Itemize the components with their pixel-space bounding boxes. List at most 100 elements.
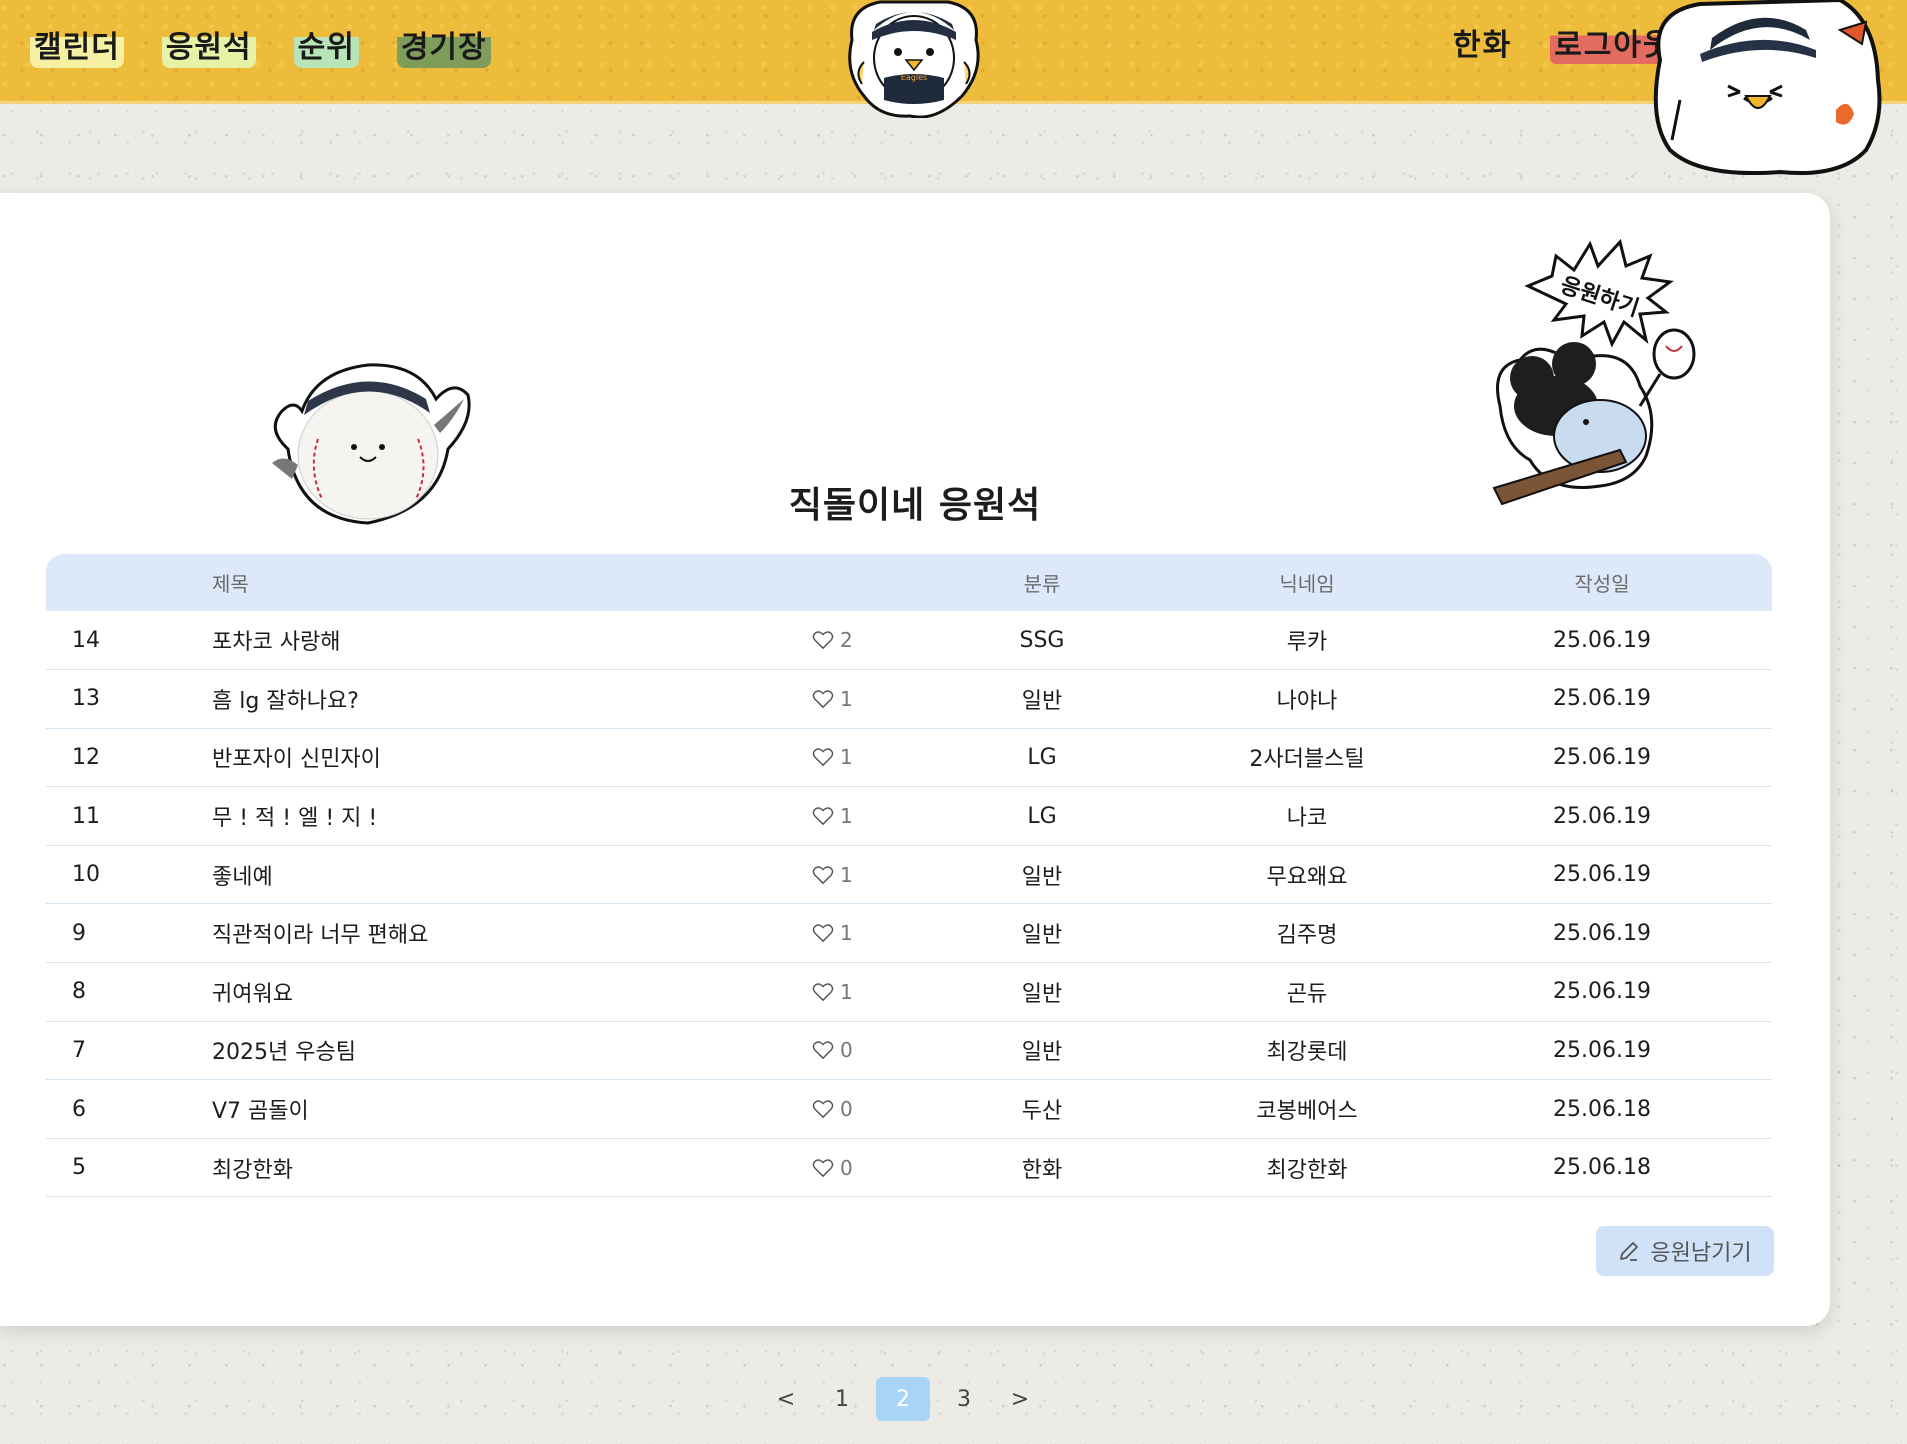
svg-text:Eagles: Eagles: [901, 73, 927, 82]
row-like-button[interactable]: 1: [812, 845, 902, 904]
nav-cheer-board[interactable]: 응원석: [161, 20, 256, 68]
eagle-mascot-sticker: [1653, 0, 1882, 176]
heart-icon: [812, 1041, 834, 1060]
row-title[interactable]: 2025년 우승팀: [212, 1021, 812, 1080]
row-category: 일반: [1021, 923, 1063, 949]
row-title[interactable]: V7 곰돌이: [212, 1080, 812, 1139]
row-date: 25.06.19: [1553, 686, 1651, 712]
table-row[interactable]: 13 흠 lg 잘하나요? 1 일반 나야나 25.06.19: [46, 670, 1772, 729]
mascot-logo[interactable]: Eagles: [844, 0, 984, 118]
heart-icon: [812, 1158, 834, 1177]
row-title[interactable]: 무 ! 적 ! 엘 ! 지 !: [212, 787, 812, 846]
row-title[interactable]: 좋네예: [212, 845, 812, 904]
row-number: 13: [72, 686, 100, 712]
row-like-button[interactable]: 2: [812, 611, 902, 670]
row-like-button[interactable]: 1: [812, 787, 902, 846]
row-nickname: 2사더블스틸: [1249, 747, 1365, 773]
row-like-count: 1: [840, 862, 853, 887]
row-title[interactable]: 흠 lg 잘하나요?: [212, 670, 812, 729]
row-number: 5: [72, 1155, 86, 1181]
row-number: 10: [72, 862, 100, 888]
board-title: 직돌이네 응원석: [788, 485, 1042, 526]
row-nickname: 루카: [1286, 630, 1328, 656]
row-category: SSG: [1019, 627, 1065, 653]
row-title[interactable]: 반포자이 신민자이: [212, 728, 812, 787]
heart-icon: [812, 631, 834, 650]
col-header-title: 제목: [212, 554, 812, 611]
post-table: 제목 분류 닉네임 작성일 14 포차코 사랑해 2 SSG 루카 25.06.19 13 흠…: [46, 554, 1772, 1197]
row-like-count: 1: [840, 686, 853, 711]
row-nickname: 코봉베어스: [1256, 1099, 1358, 1125]
next-page-button[interactable]: >: [998, 1377, 1042, 1421]
row-nickname: 곤듀: [1286, 981, 1328, 1007]
row-date: 25.06.19: [1553, 803, 1651, 829]
row-category: 일반: [1021, 1040, 1063, 1066]
row-like-button[interactable]: 1: [812, 904, 902, 963]
page-3[interactable]: 3: [942, 1377, 986, 1421]
row-title[interactable]: 포차코 사랑해: [212, 611, 812, 670]
table-header-row: 제목 분류 닉네임 작성일: [46, 554, 1772, 611]
table-row[interactable]: 11 무 ! 적 ! 엘 ! 지 ! 1 LG 나코 25.06.19: [46, 787, 1772, 846]
table-row[interactable]: 12 반포자이 신민자이 1 LG 2사더블스틸 25.06.19: [46, 728, 1772, 787]
nav-stadium[interactable]: 경기장: [396, 20, 491, 68]
heart-icon: [812, 748, 834, 767]
table-row[interactable]: 5 최강한화 0 한화 최강한화 25.06.18: [46, 1138, 1772, 1197]
nav-calendar[interactable]: 캘린더: [30, 20, 124, 68]
row-category: 한화: [1021, 1157, 1063, 1183]
pencil-icon: [1620, 1242, 1639, 1261]
nav-rank[interactable]: 순위: [293, 20, 359, 68]
row-like-count: 2: [840, 628, 853, 653]
row-date: 25.06.19: [1553, 979, 1651, 1005]
row-like-count: 1: [840, 979, 853, 1004]
row-category: 두산: [1021, 1099, 1063, 1125]
pagination: < 1 2 3 >: [764, 1377, 1042, 1421]
write-cheer-button[interactable]: 응원남기기: [1596, 1226, 1774, 1276]
row-title[interactable]: 직관적이라 너무 편해요: [212, 904, 812, 963]
row-like-button[interactable]: 0: [812, 1021, 902, 1080]
row-date: 25.06.19: [1553, 862, 1651, 888]
row-nickname: 나야나: [1276, 688, 1338, 714]
row-like-count: 0: [840, 1038, 853, 1063]
row-number: 12: [72, 744, 100, 770]
col-header-date: 작성일: [1432, 554, 1772, 611]
heart-icon: [812, 807, 834, 826]
row-nickname: 나코: [1286, 806, 1328, 832]
row-like-button[interactable]: 1: [812, 963, 902, 1022]
row-like-button[interactable]: 0: [812, 1080, 902, 1139]
row-title[interactable]: 귀여워요: [212, 963, 812, 1022]
row-number: 6: [72, 1096, 86, 1122]
row-category: LG: [1027, 744, 1057, 770]
row-like-button[interactable]: 1: [812, 728, 902, 787]
row-nickname: 무요왜요: [1266, 864, 1348, 890]
table-row[interactable]: 14 포차코 사랑해 2 SSG 루카 25.06.19: [46, 611, 1772, 670]
row-like-button[interactable]: 0: [812, 1138, 902, 1197]
row-date: 25.06.18: [1553, 1155, 1651, 1181]
prev-page-button[interactable]: <: [764, 1377, 808, 1421]
col-header-category: 분류: [902, 554, 1182, 611]
row-number: 8: [72, 979, 86, 1005]
table-row[interactable]: 10 좋네예 1 일반 무요왜요 25.06.19: [46, 845, 1772, 904]
heart-icon: [812, 1100, 834, 1119]
row-like-count: 0: [840, 1155, 853, 1180]
write-button-label: 응원남기기: [1650, 1241, 1752, 1266]
table-row[interactable]: 9 직관적이라 너무 편해요 1 일반 김주명 25.06.19: [46, 904, 1772, 963]
heart-icon: [812, 983, 834, 1002]
row-title[interactable]: 최강한화: [212, 1138, 812, 1197]
row-date: 25.06.19: [1553, 1037, 1651, 1063]
row-date: 25.06.18: [1553, 1096, 1651, 1122]
table-row[interactable]: 8 귀여워요 1 일반 곤듀 25.06.19: [46, 963, 1772, 1022]
row-like-button[interactable]: 1: [812, 670, 902, 729]
heart-icon: [812, 690, 834, 709]
col-header-num: [46, 554, 212, 611]
row-number: 11: [72, 803, 100, 829]
page-1[interactable]: 1: [820, 1377, 864, 1421]
table-row[interactable]: 6 V7 곰돌이 0 두산 코봉베어스 25.06.18: [46, 1080, 1772, 1139]
row-nickname: 김주명: [1276, 923, 1338, 949]
nav-team[interactable]: 한화: [1453, 20, 1512, 64]
col-header-likes: [812, 554, 902, 611]
main-nav: 캘린더 응원석 순위 경기장: [30, 20, 491, 68]
table-row[interactable]: 7 2025년 우승팀 0 일반 최강롯데 25.06.19: [46, 1021, 1772, 1080]
row-category: LG: [1027, 803, 1057, 829]
page-2-current[interactable]: 2: [876, 1377, 930, 1421]
row-nickname: 최강한화: [1266, 1157, 1348, 1183]
